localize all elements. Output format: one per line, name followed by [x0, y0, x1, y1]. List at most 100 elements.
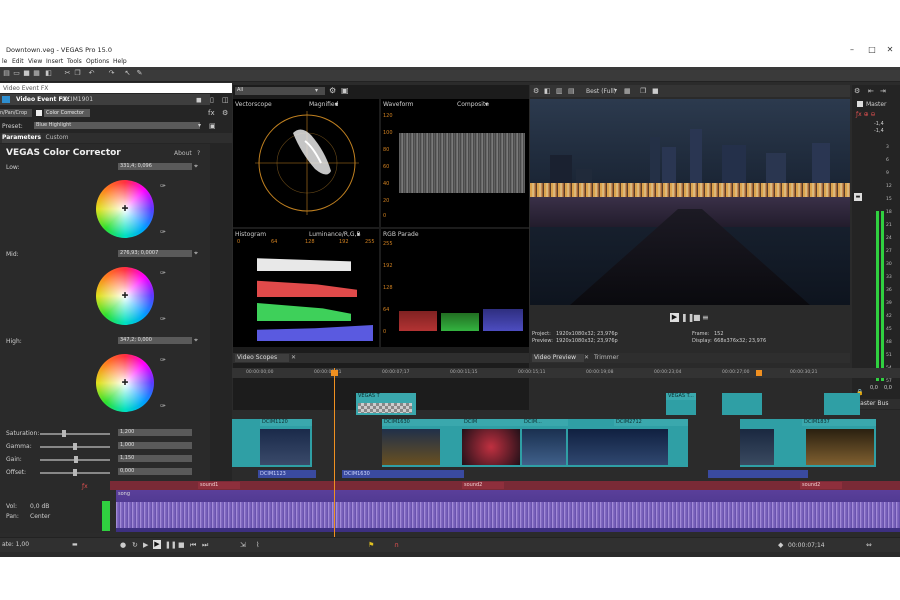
saturation-value[interactable]: 1,200 — [118, 429, 192, 436]
fx-chain-icon[interactable]: ▯ — [210, 96, 214, 104]
lower-clip-label[interactable]: DCIM1630 — [342, 470, 464, 478]
clip-title[interactable]: VEGAS T — [356, 393, 416, 415]
downmix-icon[interactable]: ⇤ — [868, 87, 874, 95]
play-icon[interactable]: ▶ — [153, 540, 161, 549]
tab-custom[interactable]: Custom — [42, 133, 72, 143]
loop-icon[interactable]: ↻ — [132, 541, 138, 549]
stop-icon[interactable]: ■ — [693, 313, 701, 322]
stop-icon[interactable]: ■ — [178, 541, 185, 549]
tab-master-bus[interactable]: Master Bus — [855, 400, 888, 408]
grid-icon[interactable]: ▦ — [624, 87, 631, 95]
mid-reset-icon[interactable]: ✑ — [160, 315, 166, 323]
fx-bypass-icon[interactable]: ◼ — [196, 96, 202, 104]
master-fx-icon[interactable]: ƒx ⊕ ⊖ — [856, 111, 876, 118]
go-start-icon[interactable]: ⏮ — [190, 541, 196, 550]
pan-value[interactable]: Center — [30, 513, 50, 520]
preset-dropdown[interactable]: Blue Highlight — [34, 122, 200, 129]
open-icon[interactable]: ▭ — [13, 70, 20, 77]
mid-value-field[interactable]: 276,93; 0,0007 — [118, 250, 192, 257]
rate-slider-knob[interactable]: ▬ — [72, 541, 78, 548]
low-reset-icon[interactable]: ✑ — [160, 228, 166, 236]
chain-settings-icon[interactable]: ⚙ — [222, 109, 228, 117]
dim-icon[interactable]: ⇥ — [880, 87, 886, 95]
redo-icon[interactable]: ↷ — [108, 70, 115, 77]
clip-video[interactable]: DCIM1120 — [232, 419, 312, 467]
low-value-field[interactable]: 331,4; 0,096 — [118, 163, 192, 170]
save-icon[interactable]: ■ — [23, 70, 30, 77]
clip-video[interactable]: DCIM — [462, 419, 522, 467]
high-reset-icon[interactable]: ✑ — [160, 402, 166, 410]
chain-color-corrector[interactable]: Color Corrector — [44, 109, 90, 117]
chain-add-icon[interactable]: fx — [208, 109, 215, 117]
clip-title[interactable] — [722, 393, 762, 415]
menu-insert[interactable]: Insert — [46, 58, 63, 65]
save-preset-icon[interactable]: ▣ — [209, 122, 216, 130]
chain-checkbox[interactable] — [36, 110, 42, 116]
gamma-value[interactable]: 1,000 — [118, 442, 192, 449]
copy-snapshot-icon[interactable]: ❐ — [640, 87, 646, 95]
high-wheel-crosshair[interactable]: ✚ — [121, 379, 129, 387]
menu-help[interactable]: Help — [113, 58, 127, 65]
copy-icon[interactable]: ❐ — [74, 70, 81, 77]
play-icon[interactable]: ▶ — [670, 313, 679, 322]
lower-clip-bar[interactable] — [708, 470, 808, 478]
snap-icon[interactable]: ∩ — [394, 541, 399, 549]
envelope-icon[interactable]: ✎ — [136, 70, 143, 77]
low-wheel-crosshair[interactable]: ✚ — [121, 205, 129, 213]
overlay-icon[interactable]: ▤ — [568, 87, 575, 95]
clip-video[interactable] — [740, 419, 776, 467]
scope-settings-icon[interactable]: ⚙ — [329, 86, 336, 95]
pause-icon[interactable]: ❚❚ — [165, 541, 177, 549]
chain-pan-crop[interactable]: n/Pan/Crop — [0, 109, 32, 117]
keyframe-icon[interactable]: ⌖ — [194, 336, 198, 345]
menu-tools[interactable]: Tools — [67, 58, 82, 65]
tab-close-icon[interactable]: ✕ — [291, 354, 296, 361]
tab-close-icon[interactable]: ✕ — [584, 354, 589, 361]
keyframe-icon[interactable]: ⌖ — [194, 249, 198, 258]
mid-wheel-crosshair[interactable]: ✚ — [121, 292, 129, 300]
record-icon[interactable]: ● — [120, 541, 126, 549]
preview-fx-icon[interactable]: ◧ — [544, 87, 551, 95]
lower-clip-label[interactable]: DCIM1123 — [258, 470, 316, 478]
about-link[interactable]: About — [174, 150, 192, 157]
render-icon[interactable]: ▦ — [33, 70, 40, 77]
clip-title[interactable] — [824, 393, 860, 415]
sound-clip[interactable]: sound1 — [198, 482, 240, 489]
histogram-mode[interactable]: Luminance/R,G,B — [309, 231, 361, 238]
save-snapshot-icon[interactable]: ■ — [652, 87, 659, 95]
offset-slider-knob[interactable] — [73, 469, 77, 476]
split-screen-icon[interactable]: ▥ — [556, 87, 563, 95]
vol-value[interactable]: 0,0 dB — [30, 503, 49, 510]
high-value-field[interactable]: 347,2; 0,000 — [118, 337, 192, 344]
saturation-slider-knob[interactable] — [62, 430, 66, 437]
new-icon[interactable]: ▤ — [3, 70, 10, 77]
tab-video-scopes[interactable]: Video Scopes — [235, 354, 289, 362]
sound-clip[interactable]: sound2 — [462, 482, 504, 489]
tab-trimmer[interactable]: Trimmer — [594, 354, 619, 361]
play-from-start-icon[interactable]: ▶ — [143, 541, 148, 549]
edit-tool-icon[interactable]: ⇲ — [240, 541, 246, 549]
keyframe-icon[interactable]: ⌖ — [194, 162, 198, 171]
vectorscope-mode[interactable]: Magnified — [309, 101, 338, 108]
zoom-icon[interactable]: ⇔ — [866, 541, 872, 549]
region-marker[interactable] — [756, 370, 762, 376]
close-button[interactable]: ✕ — [884, 45, 896, 55]
playhead-marker[interactable] — [331, 370, 338, 376]
menu-edit[interactable]: Edit — [12, 58, 24, 65]
offset-value[interactable]: 0,000 — [118, 468, 192, 475]
marker-icon[interactable]: ⚑ — [368, 541, 374, 549]
master-mute-icon[interactable] — [857, 101, 863, 107]
gamma-slider-knob[interactable] — [73, 443, 77, 450]
saturation-slider[interactable] — [40, 433, 110, 435]
master-settings-icon[interactable]: ⚙ — [854, 87, 860, 95]
clip-video[interactable]: DCIM1837 — [776, 419, 876, 467]
envelope-tool-icon[interactable]: ⌇ — [256, 541, 259, 549]
menu-options[interactable]: Options — [86, 58, 109, 65]
playhead[interactable] — [334, 368, 335, 540]
clip-video[interactable]: DCIM2712 — [568, 419, 688, 467]
preview-settings-icon[interactable]: ⚙ — [533, 87, 539, 95]
minimize-button[interactable]: – — [846, 45, 858, 55]
clip-video[interactable]: DCIM1630 — [382, 419, 462, 467]
properties-icon[interactable]: ◧ — [45, 70, 52, 77]
clip-video[interactable]: DCIM... — [522, 419, 568, 467]
